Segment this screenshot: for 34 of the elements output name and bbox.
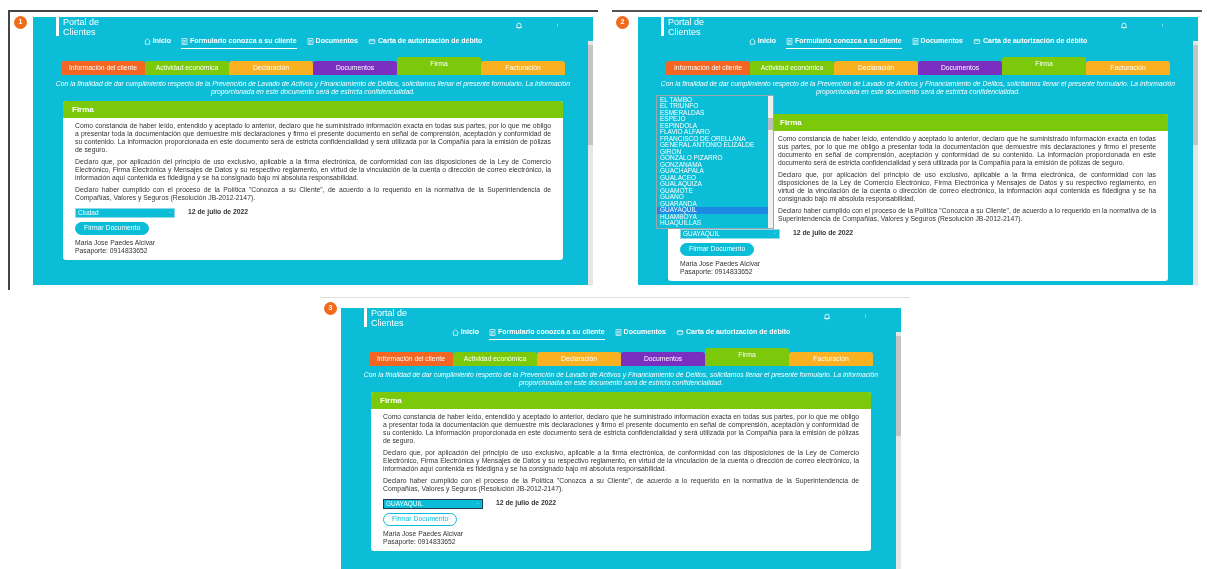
document-icon <box>786 37 793 45</box>
logo-bar <box>661 17 664 36</box>
home-icon <box>451 328 459 336</box>
dropdown-scrollbar[interactable] <box>768 95 773 228</box>
document-icon <box>489 328 496 336</box>
bell-icon <box>1120 21 1128 30</box>
document-icon <box>306 37 314 45</box>
scrollbar-thumb[interactable] <box>768 117 773 130</box>
document-icon <box>614 328 622 336</box>
scrollbar-thumb[interactable] <box>1193 45 1198 145</box>
card-header: Firma <box>63 101 563 119</box>
scrollbar[interactable] <box>588 41 593 285</box>
portal-title: Portal de Clientes <box>63 17 100 37</box>
bell-icon <box>515 21 523 30</box>
bell-icon <box>823 312 831 321</box>
portal-title: Portal de Clientes <box>371 308 408 328</box>
portal-title: Portal de Clientes <box>668 17 705 37</box>
home-icon <box>143 37 151 45</box>
home-icon <box>748 37 756 45</box>
logo-bar <box>56 17 59 36</box>
scrollbar[interactable] <box>1193 41 1198 285</box>
document-icon <box>181 37 188 45</box>
card-icon <box>676 328 684 336</box>
chevron-down-icon <box>773 232 777 235</box>
logo-bar <box>364 308 367 327</box>
card-icon <box>973 37 981 45</box>
card-icon <box>368 37 376 45</box>
scrollbar[interactable] <box>896 332 901 569</box>
scrollbar-thumb[interactable] <box>896 336 901 436</box>
document-icon <box>911 37 919 45</box>
card-header: Firma <box>371 392 871 410</box>
scrollbar-thumb[interactable] <box>588 45 593 145</box>
chevron-down-icon <box>168 211 172 214</box>
chevron-down-icon <box>476 502 480 505</box>
